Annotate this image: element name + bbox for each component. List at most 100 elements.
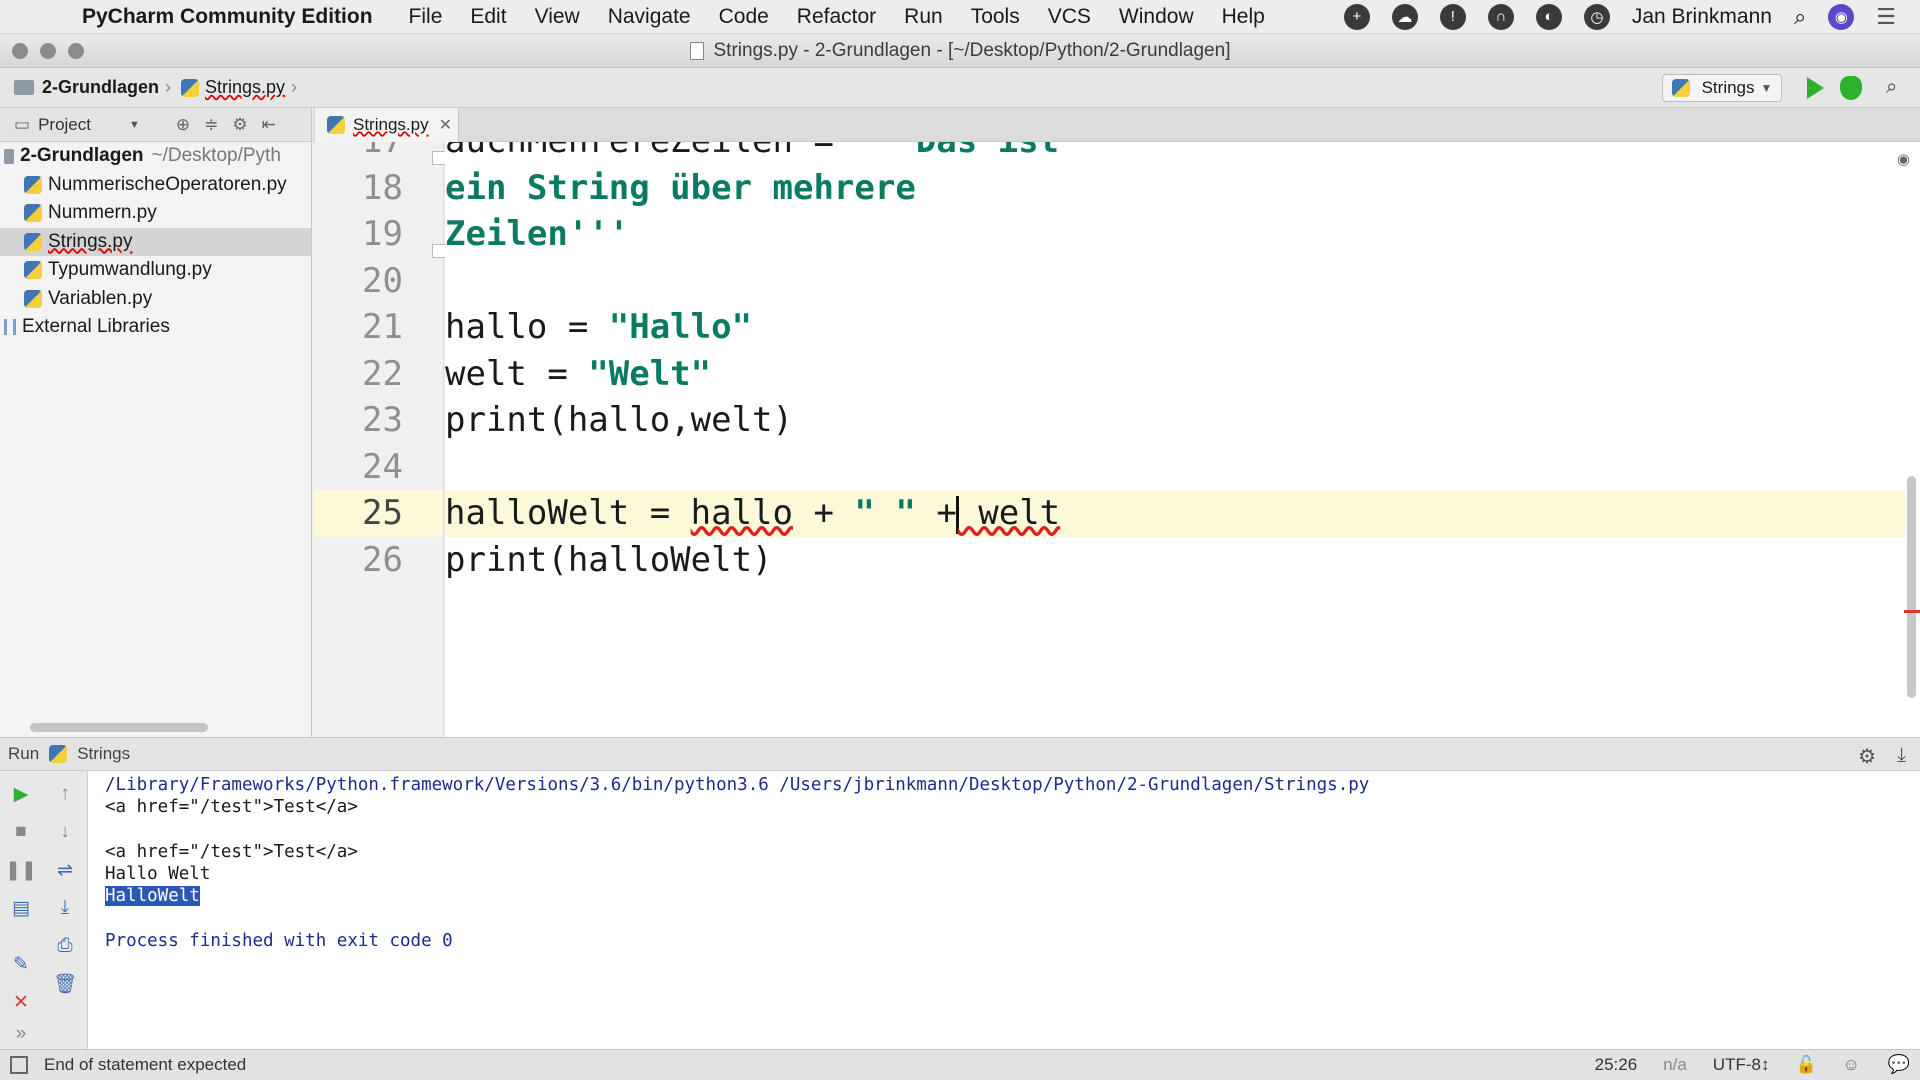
lock-status-icon[interactable]: ∩ [1487, 3, 1514, 30]
tree-file-item[interactable]: Variablen.py [0, 285, 311, 314]
project-horizontal-scrollbar[interactable] [30, 723, 208, 732]
editor-vertical-scrollbar[interactable] [1907, 476, 1916, 698]
tab-label: Strings.py [353, 115, 429, 134]
run-console-output[interactable]: /Library/Frameworks/Python.framework/Ver… [88, 771, 1920, 1049]
gear-icon[interactable]: ⚙ [1858, 744, 1876, 769]
python-file-icon [327, 116, 345, 134]
maximize-window-button[interactable] [68, 43, 84, 59]
tree-file-item[interactable]: Nummern.py [0, 199, 311, 228]
close-icon[interactable]: ✕ [8, 989, 34, 1015]
hide-panel-icon[interactable]: ⤓ [1897, 744, 1906, 767]
run-config-tab[interactable]: Strings [77, 744, 130, 764]
string-literal: Zeilen''' [445, 214, 630, 254]
string-literal: ein String über mehrere [445, 167, 916, 208]
tree-external-libraries[interactable]: External Libraries [0, 313, 311, 342]
breadcrumb-project-label: 2-Grundlagen [42, 77, 160, 97]
notification-center-icon[interactable]: ☰ [1876, 4, 1896, 30]
eye-icon[interactable]: ◉ [1897, 150, 1910, 168]
tree-external-label: External Libraries [22, 316, 170, 338]
breadcrumb-file[interactable]: Strings.py [181, 77, 285, 98]
menu-refactor[interactable]: Refactor [797, 5, 876, 29]
project-panel-header: ▭ Project ▼ ⊕ ≑ ⚙ ⇤ [0, 108, 312, 142]
collapse-all-icon[interactable]: ≑ [204, 115, 218, 135]
close-tab-icon[interactable]: ✕ [439, 115, 452, 135]
tab-strings-py[interactable]: Strings.py ✕ [315, 108, 459, 142]
menu-run[interactable]: Run [904, 5, 943, 29]
cursor-position[interactable]: 25:26 [1595, 1055, 1638, 1075]
time-machine-icon[interactable]: ◷ [1583, 3, 1610, 30]
event-log-icon[interactable]: 💬 [1888, 1054, 1910, 1075]
menu-edit[interactable]: Edit [470, 5, 506, 29]
cloud-status-icon[interactable]: ☁ [1391, 3, 1418, 30]
string-literal: "Welt" [588, 353, 712, 394]
locate-file-icon[interactable]: ⊕ [176, 115, 190, 135]
menu-navigate[interactable]: Navigate [608, 5, 691, 29]
menu-help[interactable]: Help [1222, 5, 1265, 29]
leaf-status-icon[interactable]: ◐ [1535, 3, 1562, 30]
scroll-up-icon[interactable]: ↑ [52, 781, 78, 807]
code-token: hallo = [445, 307, 609, 347]
code-editor[interactable]: auchMehrereZeilen = '''Das ist ein Strin… [445, 142, 1920, 737]
hide-panel-icon[interactable]: ⇤ [262, 115, 276, 135]
rerun-icon[interactable]: ▶ [8, 781, 34, 807]
line-number: 26 [362, 539, 403, 580]
user-name[interactable]: Jan Brinkmann [1632, 5, 1772, 29]
inspector-icon[interactable]: ☺ [1843, 1055, 1860, 1075]
selected-text: HalloWelt [105, 886, 200, 907]
run-configuration-select[interactable]: Strings ▼ [1662, 74, 1782, 102]
project-tree: 2-Grundlagen ~/Desktop/Pyth NummerischeO… [0, 142, 312, 737]
tree-root[interactable]: 2-Grundlagen ~/Desktop/Pyth [0, 142, 311, 171]
breadcrumb-file-label: Strings.py [205, 77, 286, 97]
pin-tab-icon[interactable]: ✎ [8, 951, 34, 977]
breadcrumb-project[interactable]: 2-Grundlagen [14, 77, 159, 98]
app-name-menu[interactable]: PyCharm Community Edition [82, 5, 373, 29]
plus-status-icon[interactable]: + [1343, 3, 1370, 30]
console-line: <a href="/test">Test</a> [105, 797, 358, 818]
menu-file[interactable]: File [409, 5, 443, 29]
siri-icon[interactable]: ◉ [1828, 3, 1855, 30]
menu-vcs[interactable]: VCS [1048, 5, 1091, 29]
minimize-window-button[interactable] [40, 43, 56, 59]
run-panel-label[interactable]: Run [8, 744, 39, 764]
chevron-down-icon[interactable]: ▼ [129, 119, 140, 131]
scroll-to-end-icon[interactable]: ⤓ [52, 895, 78, 921]
project-view-select[interactable]: Project [38, 115, 91, 135]
menu-window[interactable]: Window [1119, 5, 1194, 29]
print-icon[interactable]: ⎙ [52, 933, 78, 959]
close-window-button[interactable] [12, 43, 28, 59]
menu-tools[interactable]: Tools [971, 5, 1020, 29]
gear-icon[interactable]: ⚙ [232, 115, 247, 135]
fold-marker-icon[interactable] [432, 244, 446, 258]
clear-all-icon[interactable]: 🗑 [52, 971, 78, 997]
error-stripe-marker[interactable] [1904, 610, 1920, 613]
tool-windows-icon[interactable] [10, 1056, 28, 1074]
fold-marker-icon[interactable] [432, 151, 446, 165]
info-status-icon[interactable]: ! [1439, 3, 1466, 30]
python-file-icon [24, 232, 42, 251]
more-icon[interactable]: » [8, 1021, 34, 1047]
restore-layout-icon[interactable]: ▤ [8, 895, 34, 921]
search-everywhere-icon[interactable]: ⌕ [1886, 76, 1910, 100]
code-token: + [793, 493, 855, 533]
tree-file-item[interactable]: Typumwandlung.py [0, 256, 311, 285]
pause-icon[interactable]: ❚❚ [5, 857, 37, 883]
line-number: 23 [362, 400, 403, 440]
scroll-down-icon[interactable]: ↓ [52, 819, 78, 845]
run-icon[interactable] [1807, 77, 1824, 99]
code-line: welt = "Welt" [445, 351, 711, 398]
soft-wrap-icon[interactable]: ⇌ [52, 857, 78, 883]
tree-file-item[interactable]: NummerischeOperatoren.py [0, 171, 311, 200]
line-number: 20 [362, 260, 403, 301]
tree-file-item-selected[interactable]: Strings.py [0, 227, 311, 256]
debug-icon[interactable] [1840, 76, 1862, 100]
file-encoding[interactable]: UTF-8↕ [1713, 1055, 1770, 1075]
menu-view[interactable]: View [535, 5, 580, 29]
stop-icon[interactable]: ■ [8, 819, 34, 845]
code-line: ein String über mehrere [445, 165, 916, 212]
lock-icon[interactable]: 🔓 [1795, 1055, 1816, 1075]
menu-code[interactable]: Code [719, 5, 769, 29]
line-number-current: 25 [313, 490, 443, 537]
chevron-down-icon: ▼ [1760, 81, 1773, 95]
line-separator[interactable]: n/a [1663, 1055, 1687, 1075]
spotlight-search-icon[interactable]: ⌕ [1794, 4, 1806, 30]
